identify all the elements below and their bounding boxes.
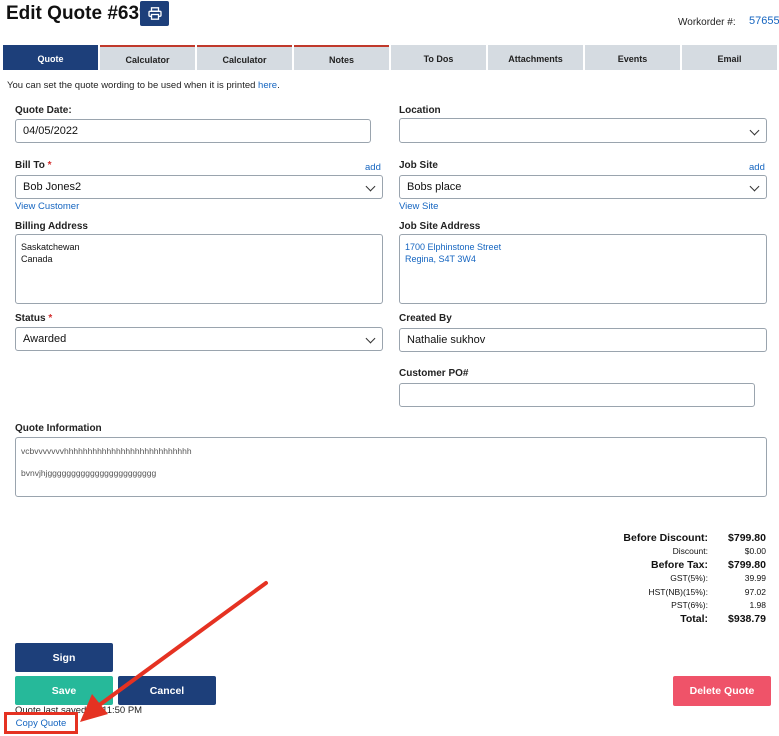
workorder-label: Workorder #:	[678, 17, 736, 28]
tab-events[interactable]: Events	[585, 45, 680, 70]
totals-row: HST(NB)(15%): 97.02	[648, 586, 766, 597]
bill-to-select[interactable]: Bob Jones2	[15, 175, 383, 199]
job-site-address-label: Job Site Address	[399, 221, 481, 232]
totals-row: Total: $938.79	[680, 612, 766, 625]
wording-hint: You can set the quote wording to be used…	[7, 80, 280, 91]
job-site-select[interactable]: Bobs place	[399, 175, 767, 199]
chevron-down-icon	[749, 181, 760, 192]
totals-row: GST(5%): 39.99	[670, 573, 766, 584]
bill-to-label: Bill To *	[15, 160, 52, 171]
status-label: Status *	[15, 313, 53, 324]
view-customer-link[interactable]: View Customer	[15, 201, 79, 212]
tab-quote[interactable]: Quote	[3, 45, 98, 70]
tab-notes[interactable]: Notes	[294, 45, 389, 70]
tab-email[interactable]: Email	[682, 45, 777, 70]
quote-info-label: Quote Information	[15, 423, 102, 434]
sign-button[interactable]: Sign	[15, 643, 113, 672]
customer-po-input[interactable]	[399, 383, 755, 407]
delete-quote-button[interactable]: Delete Quote	[673, 676, 771, 706]
workorder-link[interactable]: 57655	[749, 15, 779, 27]
status-select[interactable]: Awarded	[15, 327, 383, 351]
chevron-down-icon	[365, 181, 376, 192]
tab-calculator-1[interactable]: Calculator	[100, 45, 195, 70]
tab-bar: Quote Calculator Calculator Notes To Dos…	[3, 45, 777, 70]
quote-date-label: Quote Date:	[15, 105, 72, 116]
totals-row: Before Discount: $799.80	[623, 531, 766, 544]
created-by-label: Created By	[399, 313, 452, 324]
tab-calculator-2[interactable]: Calculator	[197, 45, 292, 70]
job-site-address-box: 1700 Elphinstone Street Regina, S4T 3W4	[399, 234, 767, 304]
save-button[interactable]: Save	[15, 676, 113, 705]
billing-address-label: Billing Address	[15, 221, 88, 232]
location-label: Location	[399, 105, 441, 116]
job-site-label: Job Site	[399, 160, 438, 171]
totals-row: PST(6%): 1.98	[671, 600, 766, 611]
copy-quote-link[interactable]: Copy Quote	[4, 712, 78, 734]
cancel-button[interactable]: Cancel	[118, 676, 216, 705]
add-job-site-link[interactable]: add	[749, 162, 765, 173]
add-customer-link[interactable]: add	[365, 162, 381, 173]
tab-todos[interactable]: To Dos	[391, 45, 486, 70]
page-title: Edit Quote #639	[6, 3, 150, 24]
quote-date-input[interactable]: 04/05/2022	[15, 119, 371, 143]
totals-row: Discount: $0.00	[672, 546, 766, 557]
quote-info-textarea[interactable]: vcbvvvvvvvhhhhhhhhhhhhhhhhhhhhhhhhhhh bv…	[15, 437, 767, 497]
tab-attachments[interactable]: Attachments	[488, 45, 583, 70]
totals-summary: Before Discount: $799.80 Discount: $0.00 B…	[566, 531, 766, 626]
chevron-down-icon	[365, 333, 376, 344]
chevron-down-icon	[749, 125, 760, 135]
view-site-link[interactable]: View Site	[399, 201, 438, 212]
created-by-input[interactable]: Nathalie sukhov	[399, 328, 767, 352]
annotation-arrow-icon	[80, 581, 268, 722]
location-select[interactable]	[399, 118, 767, 143]
printer-icon	[147, 7, 162, 20]
totals-row: Before Tax: $799.80	[651, 558, 766, 571]
print-button[interactable]	[140, 1, 169, 26]
billing-address-textarea[interactable]: Saskatchewan Canada	[15, 234, 383, 304]
wording-here-link[interactable]: here	[258, 80, 277, 91]
customer-po-label: Customer PO#	[399, 368, 469, 379]
